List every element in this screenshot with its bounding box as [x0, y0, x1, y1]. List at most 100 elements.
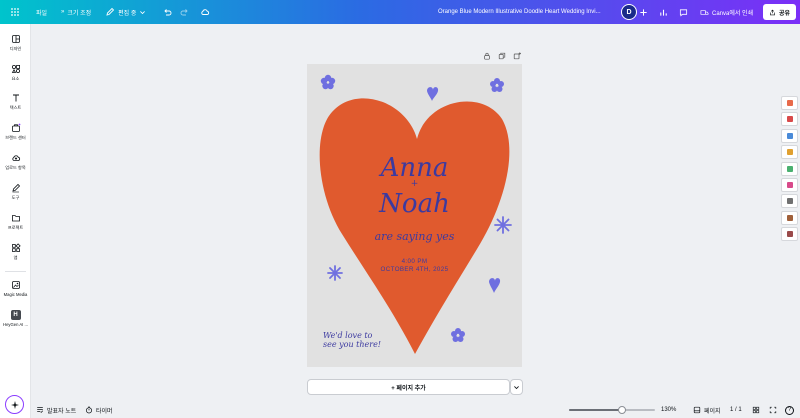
comment-icon — [679, 8, 687, 16]
add-page-icon[interactable] — [513, 52, 521, 60]
undo-button[interactable] — [158, 3, 176, 21]
user-avatar[interactable]: D — [621, 4, 637, 20]
grid-view-button[interactable] — [752, 404, 760, 416]
magic-assistant-button[interactable] — [5, 395, 24, 414]
pages-icon — [693, 406, 701, 414]
save-status-button[interactable] — [196, 3, 214, 21]
sidebar-item-label: Magic Media — [3, 292, 28, 297]
hamburger-icon — [11, 8, 19, 16]
app-thumbnail-swatch — [786, 231, 793, 238]
app-thumbnail[interactable] — [781, 227, 798, 242]
print-with-canva-button[interactable]: Canva에서 인쇄 — [695, 4, 758, 20]
zoom-level-button[interactable]: 130% — [661, 404, 676, 416]
comments-button[interactable] — [677, 6, 689, 18]
app-thumbnail[interactable] — [781, 210, 798, 225]
sidebar-item-apps[interactable]: 앱 — [0, 243, 31, 261]
name-line-2: Noah — [379, 189, 450, 219]
sidebar-item-label: 디자인 — [9, 46, 22, 51]
help-label: ? — [787, 407, 792, 413]
insights-button[interactable] — [657, 6, 669, 18]
add-page-button[interactable]: + 페이지 추가 — [307, 379, 510, 395]
redo-button[interactable] — [176, 3, 194, 21]
zoom-slider-handle[interactable] — [618, 406, 627, 414]
template-icon — [11, 35, 20, 43]
closing-note-line-1: We'd love to — [323, 331, 373, 340]
chevron-down-icon — [514, 385, 519, 389]
add-page-options-button[interactable] — [510, 379, 523, 395]
sidebar-item-brand[interactable]: 브랜드 센터 — [0, 123, 31, 141]
sidebar-item-label: 업로드 항목 — [5, 165, 26, 170]
sidebar-item-label: 프로젝트 — [7, 225, 24, 230]
zoom-slider[interactable] — [569, 406, 655, 414]
help-button[interactable]: ? — [785, 404, 794, 416]
help-icon: ? — [785, 405, 794, 415]
sidebar-item-text[interactable]: 텍스트 — [0, 93, 31, 111]
notes-button[interactable]: 발표자 노트 — [36, 404, 76, 416]
sidebar-item-draw[interactable]: 도구 — [0, 183, 31, 201]
resize-button[interactable]: » 크기 조정 — [57, 3, 95, 21]
lock-icon[interactable] — [483, 52, 491, 60]
sidebar-item-heygen[interactable]: H HeyGen AI ... — [0, 310, 31, 327]
app-thumbnail[interactable] — [781, 128, 798, 143]
app-thumbnail[interactable] — [781, 194, 798, 209]
resize-label: 크기 조정 — [67, 10, 92, 17]
closing-note: We'd love to see you there! — [323, 331, 381, 349]
pages-button[interactable]: 페이지 — [693, 404, 721, 416]
file-menu-button[interactable]: 파일 — [32, 3, 51, 21]
closing-note-line-2: see you there! — [323, 340, 382, 349]
left-sidebar: 디자인 요소 텍스트 브랜드 센터 업로드 항목 도구 프로젝트 앱 Magic… — [0, 24, 31, 418]
file-menu-label: 파일 — [36, 10, 48, 17]
brand-icon — [11, 123, 20, 132]
notes-label: 발표자 노트 — [47, 408, 77, 415]
apps-thumbnail-rail — [781, 96, 800, 244]
sidebar-item-design[interactable]: 디자인 — [0, 34, 31, 52]
sidebar-item-magic-media[interactable]: Magic Media — [0, 280, 31, 297]
sidebar-item-label: 도구 — [11, 195, 20, 200]
document-title[interactable]: Orange Blue Modern Illustrative Doodle H… — [438, 0, 613, 24]
fullscreen-icon — [769, 406, 777, 414]
heygen-icon: H — [10, 310, 21, 320]
duplicate-page-icon[interactable] — [498, 52, 506, 60]
app-thumbnail-swatch — [786, 214, 793, 221]
app-thumbnail[interactable] — [781, 161, 798, 176]
text-icon — [12, 94, 19, 102]
sidebar-item-label: 앱 — [13, 255, 18, 260]
name-line-1: Anna — [380, 153, 449, 183]
pencil-icon — [106, 7, 115, 16]
sidebar-item-uploads[interactable]: 업로드 항목 — [0, 153, 31, 171]
upload-icon — [11, 155, 20, 161]
pages-label: 페이지 — [704, 408, 721, 415]
print-label: Canva에서 인쇄 — [712, 10, 754, 17]
sidebar-item-projects[interactable]: 프로젝트 — [0, 213, 31, 231]
timer-label: 타이머 — [96, 408, 113, 415]
fullscreen-button[interactable] — [769, 404, 777, 416]
elements-icon — [11, 64, 20, 74]
small-heart-1 — [427, 87, 439, 101]
main-menu-button[interactable] — [6, 3, 24, 21]
chevron-down-icon — [140, 10, 146, 14]
app-thumbnail-swatch — [786, 165, 793, 172]
timer-button[interactable]: 타이머 — [85, 404, 113, 416]
saying-yes-text: are saying yes — [374, 230, 455, 243]
sidebar-item-elements[interactable]: 요소 — [0, 64, 31, 82]
top-toolbar: 파일 » 크기 조정 편집 중 Orange Blue Modern Illus… — [0, 0, 800, 24]
add-collaborator-button[interactable] — [637, 6, 649, 18]
notes-icon — [37, 407, 44, 414]
app-thumbnail[interactable] — [781, 177, 798, 192]
share-button[interactable]: 공유 — [763, 4, 796, 20]
share-icon — [770, 9, 775, 15]
flower-1 — [320, 74, 336, 90]
design-page[interactable]: Anna Noah + are saying yes 4:00 PM OCTOB… — [307, 64, 522, 367]
app-thumbnail[interactable] — [781, 96, 798, 110]
bottom-bar: 발표자 노트 타이머 130% 페이지 1 / 1 ? — [31, 402, 800, 418]
app-thumbnail-swatch — [786, 181, 793, 188]
page-counter: 1 / 1 — [730, 404, 742, 416]
app-thumbnail[interactable] — [781, 112, 798, 127]
app-thumbnail-swatch — [786, 149, 793, 156]
page-tools — [483, 52, 521, 60]
app-thumbnail[interactable] — [781, 145, 798, 160]
grid-view-icon — [752, 406, 760, 414]
heart-shape — [319, 98, 510, 354]
event-date: OCTOBER 4TH, 2025 — [380, 266, 449, 273]
editing-mode-button[interactable]: 편집 중 — [101, 3, 150, 21]
